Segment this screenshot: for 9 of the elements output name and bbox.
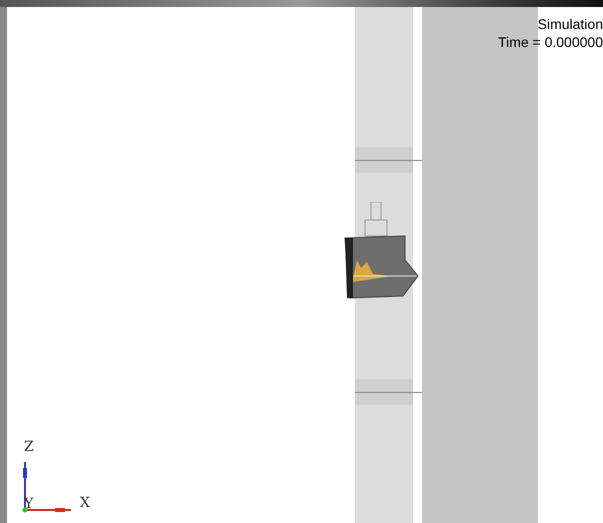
axis-label: Z: [24, 440, 34, 454]
guide-line: [355, 160, 422, 161]
guide-band: [355, 379, 413, 405]
axis-triad-icon: [21, 460, 73, 513]
axis-label: X: [80, 496, 90, 510]
guide-band: [355, 147, 413, 173]
guide-line: [355, 392, 422, 393]
simulation-caption: Time = 0.000000: [498, 33, 603, 51]
simulation-caption: Simulation: [538, 15, 603, 33]
